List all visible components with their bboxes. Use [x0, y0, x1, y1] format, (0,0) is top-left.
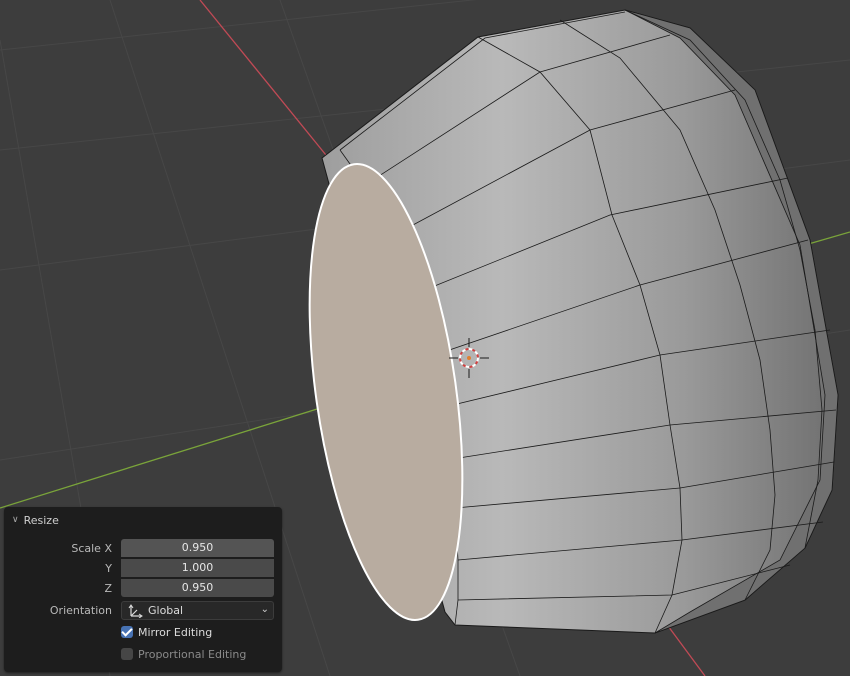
mirror-editing-label: Mirror Editing: [138, 625, 213, 639]
scale-x-field[interactable]: 0.950: [121, 539, 274, 557]
scale-z-label: Z: [104, 582, 112, 595]
scale-x-label: Scale X: [71, 542, 112, 555]
scale-y-label: Y: [105, 562, 112, 575]
proportional-editing-label: Proportional Editing: [138, 647, 247, 661]
mirror-editing-checkbox[interactable]: [121, 626, 133, 638]
chevron-down-icon[interactable]: ∨: [12, 513, 19, 527]
proportional-editing-toggle[interactable]: Proportional Editing: [121, 646, 246, 662]
panel-title: Resize: [23, 513, 59, 527]
panel-header[interactable]: ∨ Resize: [12, 513, 59, 527]
orientation-value: Global: [148, 604, 184, 617]
proportional-editing-checkbox[interactable]: [121, 648, 133, 660]
mirror-editing-toggle[interactable]: Mirror Editing: [121, 624, 212, 640]
orientation-label: Orientation: [49, 604, 112, 617]
adjust-last-operation-panel[interactable]: ∨ Resize Scale X 0.950 Y 1.000 Z 0.950 O…: [4, 507, 282, 672]
orientation-axes-icon: [128, 603, 144, 618]
scale-y-field[interactable]: 1.000: [121, 559, 274, 577]
x-axis-line: [199, 0, 331, 161]
y-axis-line-right: [804, 231, 850, 246]
orientation-dropdown[interactable]: Global ⌄: [121, 601, 274, 620]
mesh-object[interactable]: [285, 9, 839, 634]
scale-z-field[interactable]: 0.950: [121, 579, 274, 597]
chevron-down-icon: ⌄: [260, 604, 269, 615]
